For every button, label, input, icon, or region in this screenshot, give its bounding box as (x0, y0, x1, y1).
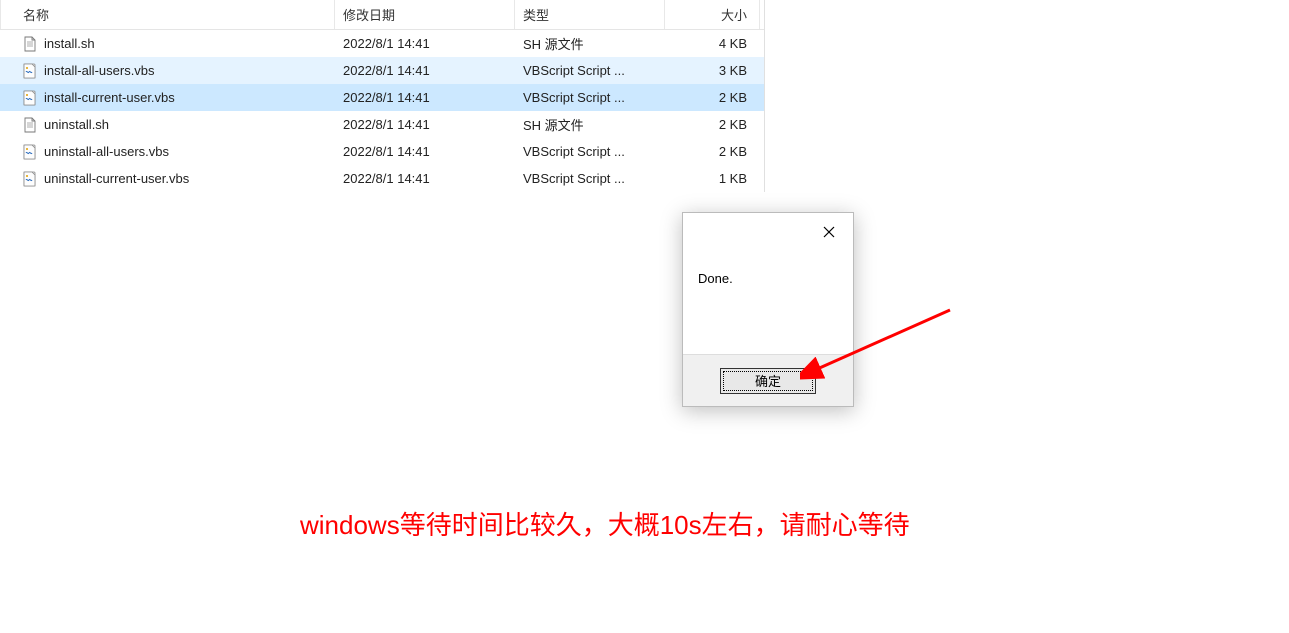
file-name-cell: uninstall-current-user.vbs (0, 171, 335, 187)
file-size: 2 KB (665, 111, 760, 138)
column-header-type[interactable]: 类型 (515, 0, 665, 29)
file-type: VBScript Script ... (515, 138, 665, 165)
file-name-cell: install-current-user.vbs (0, 90, 335, 106)
file-type: VBScript Script ... (515, 84, 665, 111)
file-type: VBScript Script ... (515, 165, 665, 192)
message-dialog: Done. 确定 (682, 212, 854, 407)
file-name: install-all-users.vbs (44, 63, 155, 78)
file-row[interactable]: install-current-user.vbs 2022/8/1 14:41VB… (0, 84, 764, 111)
file-name: install.sh (44, 36, 95, 51)
file-date: 2022/8/1 14:41 (335, 84, 515, 111)
file-size: 4 KB (665, 30, 760, 57)
file-date: 2022/8/1 14:41 (335, 111, 515, 138)
file-type: VBScript Script ... (515, 57, 665, 84)
file-name: install-current-user.vbs (44, 90, 175, 105)
file-type: SH 源文件 (515, 111, 665, 138)
sh-file-icon (22, 36, 38, 52)
annotation-text: windows等待时间比较久，大概10s左右，请耐心等待 (300, 505, 910, 542)
file-date: 2022/8/1 14:41 (335, 165, 515, 192)
close-button[interactable] (815, 218, 843, 246)
dialog-titlebar (683, 213, 853, 251)
file-row[interactable]: uninstall-current-user.vbs 2022/8/1 14:41… (0, 165, 764, 192)
file-name-cell: install-all-users.vbs (0, 63, 335, 79)
dialog-message: Done. (683, 251, 853, 354)
file-name-cell: install.sh (0, 36, 335, 52)
column-header-date[interactable]: 修改日期 (335, 0, 515, 29)
file-date: 2022/8/1 14:41 (335, 57, 515, 84)
vbs-file-icon (22, 144, 38, 160)
file-list: install.sh2022/8/1 14:41SH 源文件4 KBinstal… (0, 30, 764, 192)
file-size: 2 KB (665, 84, 760, 111)
file-size: 3 KB (665, 57, 760, 84)
file-type: SH 源文件 (515, 30, 665, 57)
file-name-cell: uninstall-all-users.vbs (0, 144, 335, 160)
column-header-row: 名称 修改日期 类型 大小 (0, 0, 764, 30)
file-row[interactable]: uninstall-all-users.vbs 2022/8/1 14:41VBS… (0, 138, 764, 165)
vbs-file-icon (22, 171, 38, 187)
vbs-file-icon (22, 63, 38, 79)
file-name-cell: uninstall.sh (0, 117, 335, 133)
file-row[interactable]: uninstall.sh 2022/8/1 14:41SH 源文件2 KB (0, 111, 764, 138)
file-date: 2022/8/1 14:41 (335, 138, 515, 165)
file-name: uninstall-current-user.vbs (44, 171, 189, 186)
file-row[interactable]: install.sh 2022/8/1 14:41SH 源文件4 KB (0, 30, 764, 57)
file-name: uninstall-all-users.vbs (44, 144, 169, 159)
file-date: 2022/8/1 14:41 (335, 30, 515, 57)
close-icon (823, 226, 835, 238)
file-explorer: 名称 修改日期 类型 大小 install.sh2022/8/1 14:41SH… (0, 0, 765, 192)
file-name: uninstall.sh (44, 117, 109, 132)
column-header-size[interactable]: 大小 (665, 0, 760, 29)
column-header-name[interactable]: 名称 (0, 0, 335, 29)
dialog-footer: 确定 (683, 354, 853, 406)
file-size: 2 KB (665, 138, 760, 165)
file-size: 1 KB (665, 165, 760, 192)
file-row[interactable]: install-all-users.vbs 2022/8/1 14:41VBScr… (0, 57, 764, 84)
sh-file-icon (22, 117, 38, 133)
ok-button[interactable]: 确定 (720, 368, 816, 394)
vbs-file-icon (22, 90, 38, 106)
